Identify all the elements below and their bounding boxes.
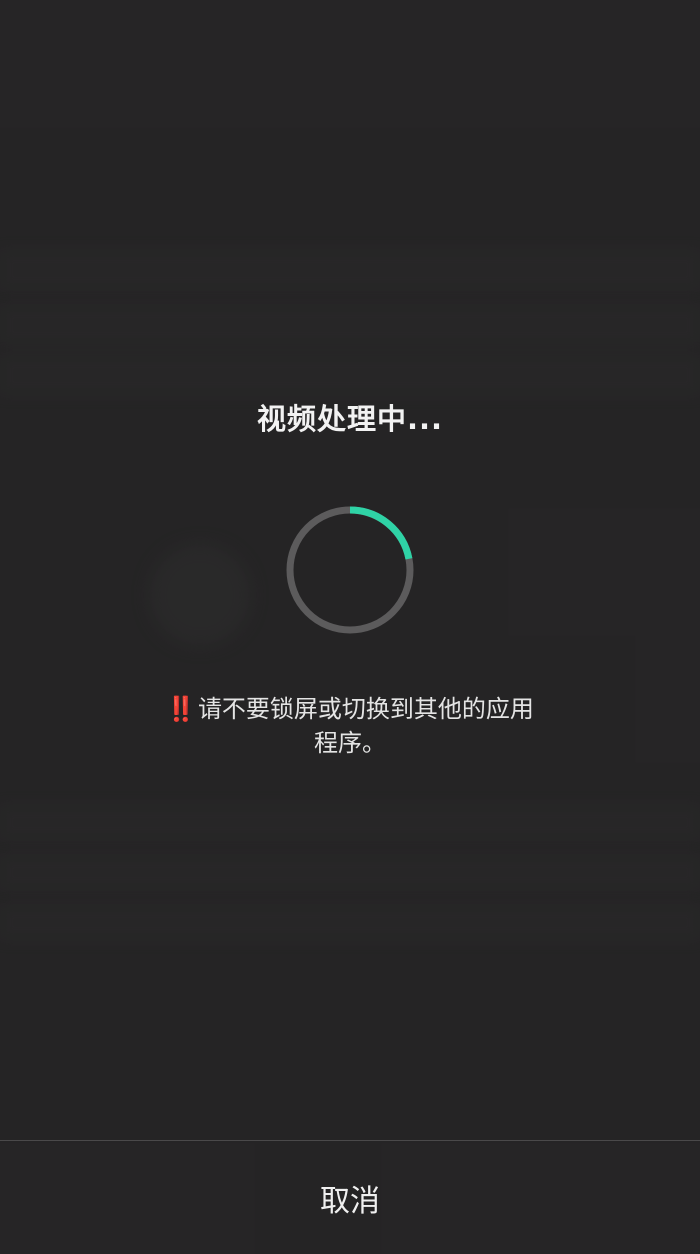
double-exclamation-icon: ‼️ (166, 695, 196, 723)
progress-spinner (286, 506, 414, 634)
warning-message: ‼️请不要锁屏或切换到其他的应用程序。 (160, 692, 540, 760)
cancel-button[interactable]: 取消 (0, 1141, 700, 1254)
processing-screen: 视频处理中... ‼️请不要锁屏或切换到其他的应用程序。 取消 (0, 0, 700, 1254)
processing-title: 视频处理中... (256, 402, 444, 436)
warning-text: 请不要锁屏或切换到其他的应用程序。 (197, 695, 534, 757)
